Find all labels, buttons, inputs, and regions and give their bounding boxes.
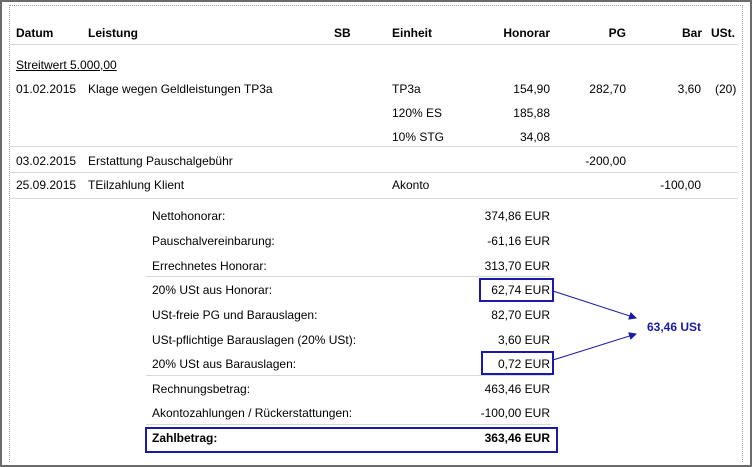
arrow-line xyxy=(552,332,637,361)
callout-arrows xyxy=(552,290,637,361)
callout-ust-total: 63,46 USt xyxy=(647,320,702,334)
arrow-line xyxy=(552,290,637,320)
